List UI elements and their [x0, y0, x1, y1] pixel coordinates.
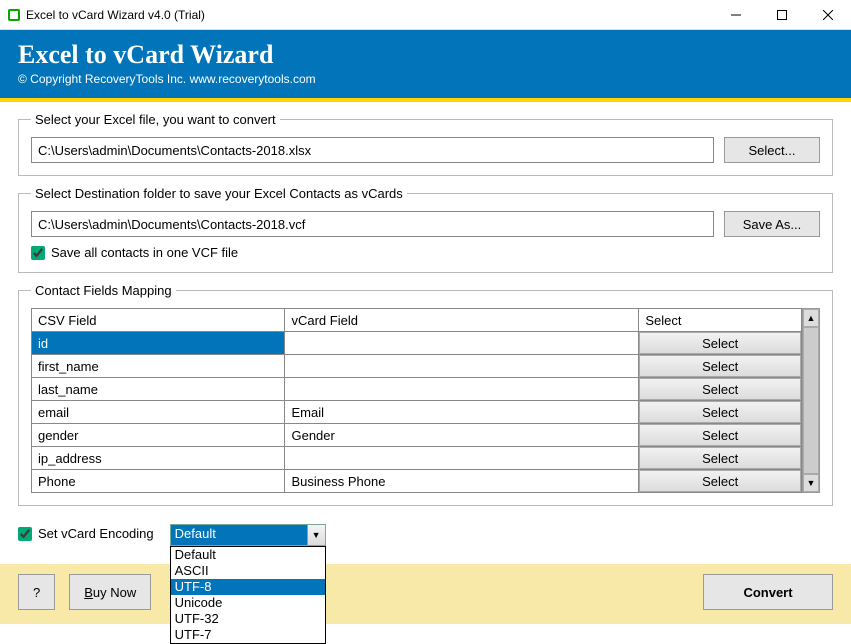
encoding-option[interactable]: Unicode — [171, 595, 325, 611]
app-icon — [8, 9, 20, 21]
encoding-option[interactable]: UTF-7 — [171, 627, 325, 643]
vcard-field-cell — [285, 447, 639, 470]
select-field-button[interactable]: Select — [639, 424, 801, 446]
csv-field-cell: first_name — [32, 355, 285, 378]
scroll-up-icon[interactable]: ▲ — [803, 309, 819, 327]
dest-legend: Select Destination folder to save your E… — [31, 186, 407, 201]
table-row[interactable]: PhoneBusiness PhoneSelect — [32, 470, 802, 493]
select-field-button[interactable]: Select — [639, 355, 801, 377]
select-field-button[interactable]: Select — [639, 447, 801, 469]
encoding-dropdown-list[interactable]: DefaultASCIIUTF-8UnicodeUTF-32UTF-7 — [170, 546, 326, 644]
vertical-scrollbar[interactable]: ▲ ▼ — [802, 308, 820, 493]
scroll-thumb[interactable] — [803, 327, 819, 474]
csv-field-cell: id — [32, 332, 285, 355]
minimize-button[interactable] — [713, 0, 759, 30]
dest-path-input[interactable] — [31, 211, 714, 237]
buy-now-button[interactable]: Buy Now — [69, 574, 151, 610]
table-row[interactable]: ip_address Select — [32, 447, 802, 470]
footer-bar: ? Buy Now Convert — [0, 564, 851, 624]
column-header: vCard Field — [285, 309, 639, 332]
maximize-button[interactable] — [759, 0, 805, 30]
vcard-field-cell: Email — [285, 401, 639, 424]
encoding-option[interactable]: ASCII — [171, 563, 325, 579]
encoding-label: Set vCard Encoding — [38, 526, 154, 541]
close-button[interactable] — [805, 0, 851, 30]
vcard-field-cell: Gender — [285, 424, 639, 447]
table-row[interactable]: id Select — [32, 332, 802, 355]
vcard-field-cell — [285, 378, 639, 401]
csv-field-cell: gender — [32, 424, 285, 447]
table-row[interactable]: first_name Select — [32, 355, 802, 378]
csv-field-cell: last_name — [32, 378, 285, 401]
dest-fieldset: Select Destination folder to save your E… — [18, 186, 833, 273]
select-source-button[interactable]: Select... — [724, 137, 820, 163]
encoding-selected-value: Default — [171, 525, 307, 545]
table-row[interactable]: emailEmailSelect — [32, 401, 802, 424]
select-field-button[interactable]: Select — [639, 401, 801, 423]
select-field-button[interactable]: Select — [639, 470, 801, 492]
app-title: Excel to vCard Wizard — [18, 40, 833, 70]
vcard-field-cell — [285, 332, 639, 355]
save-one-vcf-input[interactable] — [31, 246, 45, 260]
column-header: Select — [639, 309, 802, 332]
csv-field-cell: Phone — [32, 470, 285, 493]
source-fieldset: Select your Excel file, you want to conv… — [18, 112, 833, 176]
save-one-vcf-checkbox[interactable]: Save all contacts in one VCF file — [31, 245, 820, 260]
encoding-checkbox-input[interactable] — [18, 527, 32, 541]
encoding-checkbox[interactable]: Set vCard Encoding — [18, 526, 154, 541]
mapping-table[interactable]: CSV FieldvCard FieldSelect idSelectfirst… — [31, 308, 802, 493]
convert-button[interactable]: Convert — [703, 574, 833, 610]
csv-field-cell: email — [32, 401, 285, 424]
mapping-legend: Contact Fields Mapping — [31, 283, 176, 298]
help-button[interactable]: ? — [18, 574, 55, 610]
encoding-combobox[interactable]: Default ▼ DefaultASCIIUTF-8UnicodeUTF-32… — [170, 524, 326, 546]
encoding-option[interactable]: UTF-32 — [171, 611, 325, 627]
window-title: Excel to vCard Wizard v4.0 (Trial) — [26, 8, 713, 22]
select-field-button[interactable]: Select — [639, 378, 801, 400]
chevron-down-icon[interactable]: ▼ — [307, 525, 325, 545]
save-as-button[interactable]: Save As... — [724, 211, 820, 237]
csv-field-cell: ip_address — [32, 447, 285, 470]
select-field-button[interactable]: Select — [639, 332, 801, 354]
vcard-field-cell: Business Phone — [285, 470, 639, 493]
vcard-field-cell — [285, 355, 639, 378]
encoding-option[interactable]: Default — [171, 547, 325, 563]
source-legend: Select your Excel file, you want to conv… — [31, 112, 280, 127]
scroll-down-icon[interactable]: ▼ — [803, 474, 819, 492]
table-row[interactable]: last_name Select — [32, 378, 802, 401]
source-path-input[interactable] — [31, 137, 714, 163]
table-row[interactable]: genderGenderSelect — [32, 424, 802, 447]
column-header: CSV Field — [32, 309, 285, 332]
encoding-option[interactable]: UTF-8 — [171, 579, 325, 595]
save-one-vcf-label: Save all contacts in one VCF file — [51, 245, 238, 260]
titlebar: Excel to vCard Wizard v4.0 (Trial) — [0, 0, 851, 30]
mapping-fieldset: Contact Fields Mapping CSV FieldvCard Fi… — [18, 283, 833, 506]
header-banner: Excel to vCard Wizard © Copyright Recove… — [0, 30, 851, 98]
copyright-text: © Copyright RecoveryTools Inc. www.recov… — [18, 72, 833, 86]
